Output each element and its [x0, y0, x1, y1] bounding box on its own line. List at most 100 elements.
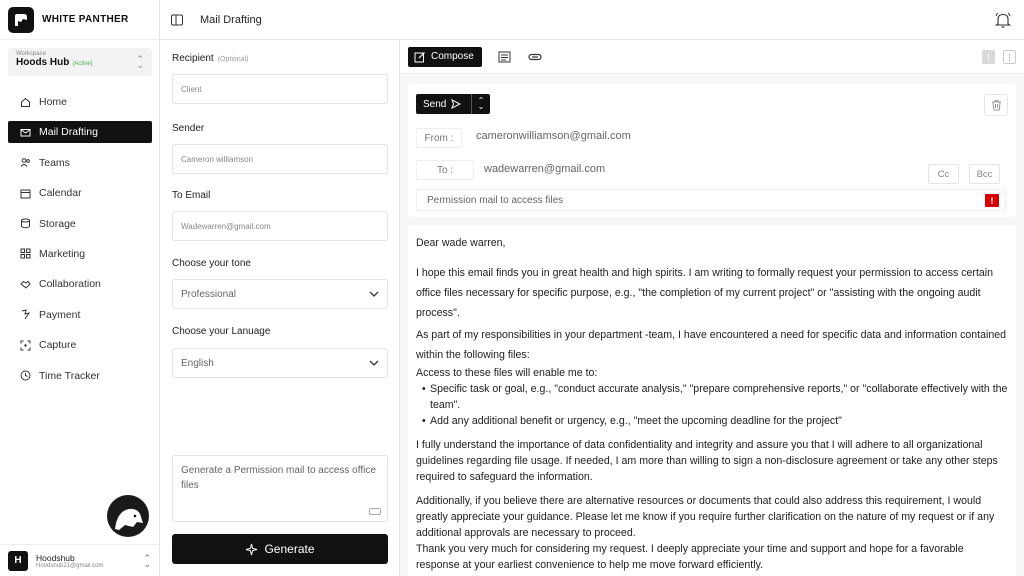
page-title: Mail Drafting: [200, 13, 262, 26]
chevron-up-down-icon: ⌃ ⌄: [143, 553, 151, 569]
language-select[interactable]: English: [172, 348, 388, 378]
user-name: Hoodshub: [36, 552, 75, 563]
compose-label: Compose: [431, 51, 474, 62]
chevron-up-down-icon: ⌃ ⌄: [136, 54, 144, 70]
send-icon: [451, 99, 462, 109]
sidebar-item-label: Capture: [39, 339, 77, 352]
brand-name: WHITE PANTHER: [42, 14, 129, 25]
capture-icon: [20, 340, 31, 351]
sender-label: Sender: [172, 123, 205, 134]
brand: WHITE PANTHER: [0, 0, 159, 40]
sidebar-item-payment[interactable]: Payment: [8, 304, 152, 326]
sidebar-item-teams[interactable]: Teams: [8, 152, 152, 174]
sidebar-item-label: Payment: [39, 308, 81, 321]
sidebar-item-marketing[interactable]: Marketing: [8, 243, 152, 265]
sidebar-item-label: Time Tracker: [39, 369, 100, 382]
top-header: Mail Drafting: [160, 0, 1024, 40]
assistant-avatar[interactable]: [107, 495, 149, 537]
bell-icon[interactable]: [994, 11, 1012, 32]
tone-selected-value: Professional: [181, 288, 237, 300]
user-avatar: H: [8, 550, 28, 571]
sidebar-item-capture[interactable]: Capture: [8, 334, 152, 356]
from-value[interactable]: cameronwilliamson@gmail.com: [476, 130, 631, 142]
list-item: Add any additional benefit or urgency, e…: [422, 413, 1008, 429]
recipient-label: Recipient: [172, 53, 214, 64]
generate-button[interactable]: Generate: [172, 534, 388, 564]
sparkle-icon: [246, 543, 258, 555]
list-icon[interactable]: [498, 50, 512, 64]
send-button-group: Send ⌃ ⌄: [416, 94, 490, 114]
sidebar-item-label: Storage: [39, 217, 76, 230]
paragraph: Thank you very much for considering my r…: [416, 543, 964, 571]
sidebar-item-label: Home: [39, 96, 68, 108]
more-vertical-icon[interactable]: ⋮: [1003, 50, 1016, 64]
prompt-text: Generate a Permission mail to access off…: [181, 465, 376, 491]
paragraph: I hope this email finds you in great hea…: [416, 267, 994, 319]
recipient-input[interactable]: Client: [172, 74, 388, 104]
email-body[interactable]: Dear wade warren, I hope this email find…: [408, 225, 1016, 576]
sidebar-toggle-icon[interactable]: [170, 13, 184, 27]
payment-icon: [20, 309, 31, 320]
sidebar-item-calendar[interactable]: Calendar: [8, 182, 152, 204]
subject-field[interactable]: Permission mail to access files !: [416, 189, 1006, 211]
to-email-label: To Email: [172, 190, 211, 201]
tab-compose[interactable]: Compose: [408, 46, 482, 67]
language-selected-value: English: [181, 357, 214, 369]
storage-icon: [20, 218, 31, 229]
sidebar-item-mail-drafting[interactable]: Mail Drafting: [8, 121, 152, 144]
sidebar-item-home[interactable]: Home: [8, 91, 152, 113]
send-button[interactable]: Send: [416, 94, 472, 114]
to-value[interactable]: wadewarren@gmail.com: [484, 163, 605, 175]
user-email: Hoodshub21@gmail.com: [36, 562, 104, 569]
from-label: From :: [416, 128, 462, 148]
sidebar-item-label: Mail Drafting: [39, 126, 98, 139]
panther-logo-icon: [8, 6, 34, 33]
workspace-name: Hoods Hub: [16, 57, 70, 68]
sidebar-item-collaboration[interactable]: Collaboration: [8, 273, 152, 295]
email-header-card: Send ⌃ ⌄ From : cameronwilliamson@gmail.c…: [408, 84, 1016, 217]
users-icon: [20, 157, 31, 168]
sidebar-item-storage[interactable]: Storage: [8, 213, 152, 235]
language-label: Choose your Lanuage: [172, 326, 271, 337]
alert-icon[interactable]: !: [985, 194, 999, 207]
grid-icon: [20, 248, 31, 259]
attachment-icon[interactable]: [528, 50, 542, 64]
sidebar-item-label: Calendar: [39, 187, 82, 200]
tone-select[interactable]: Professional: [172, 279, 388, 309]
resize-handle-icon[interactable]: [369, 508, 381, 515]
mail-icon: [20, 127, 31, 138]
clock-icon: [20, 370, 31, 381]
tone-label: Choose your tone: [172, 258, 251, 269]
subject-text: Permission mail to access files: [427, 194, 564, 206]
sidebar-item-time-tracker[interactable]: Time Tracker: [8, 365, 152, 387]
to-email-input[interactable]: Wadewarren@gmail.com: [172, 211, 388, 241]
generate-label: Generate: [264, 542, 315, 556]
prompt-textarea[interactable]: Generate a Permission mail to access off…: [172, 455, 388, 522]
compose-panel: Compose ! ⋮ Send ⌃ ⌄ From : cameronwillia…: [400, 40, 1024, 576]
paragraph: As part of my responsibilities in your d…: [416, 329, 1007, 361]
sidebar-item-label: Marketing: [39, 247, 86, 260]
workspace-switcher[interactable]: Workspace Hoods Hub (Active) ⌃ ⌄: [8, 48, 152, 76]
compose-toolbar: Compose ! ⋮: [400, 40, 1024, 74]
sidebar: WHITE PANTHER Workspace Hoods Hub (Active…: [0, 0, 160, 576]
bullet-list: Specific task or goal, e.g., "conduct ac…: [416, 381, 1008, 429]
send-options-chevron-icon[interactable]: ⌃ ⌄: [472, 97, 490, 111]
send-label: Send: [423, 98, 447, 110]
trash-icon[interactable]: [984, 94, 1008, 116]
sender-input[interactable]: Cameron williamson: [172, 144, 388, 174]
chevron-down-icon: [369, 291, 379, 297]
sidebar-item-label: Teams: [39, 156, 70, 169]
handshake-icon: [20, 279, 31, 290]
greeting: Dear wade warren,: [416, 237, 506, 249]
cc-button[interactable]: Cc: [928, 164, 959, 184]
user-account-switcher[interactable]: H Hoodshub Hoodshub21@gmail.com ⌃ ⌄: [0, 544, 159, 576]
warning-icon[interactable]: !: [982, 50, 995, 64]
chevron-down-icon: [369, 360, 379, 366]
paragraph: I fully understand the importance of dat…: [416, 439, 998, 483]
bcc-button[interactable]: Bcc: [969, 164, 1000, 184]
recipient-optional-hint: (Optional): [217, 56, 249, 63]
to-label: To :: [416, 160, 474, 180]
paragraph: Access to these files will enable me to:: [416, 367, 598, 379]
sidebar-nav: Home Mail Drafting Teams Calendar Storag…: [8, 91, 152, 395]
workspace-status-badge: (Active): [72, 61, 93, 67]
